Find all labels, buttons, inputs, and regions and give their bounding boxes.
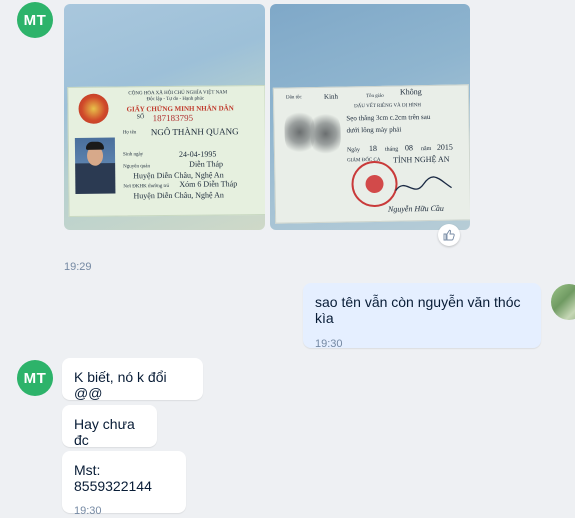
card-residence-2: Huyện Diễn Châu, Nghệ An	[133, 190, 224, 201]
card-header-1: CỘNG HÒA XÃ HỘI CHỦ NGHĨA VIỆT NAM	[128, 90, 228, 97]
signature-icon	[395, 176, 452, 192]
portrait-photo	[74, 137, 116, 194]
card-religion-label: Tôn giáo	[365, 93, 384, 100]
fingerprint-right-icon	[310, 111, 342, 157]
contact-initials: MT	[23, 11, 47, 29]
national-emblem-icon	[78, 93, 109, 124]
card-origin-1: Diễn Tháp	[189, 159, 224, 169]
card-ethnic: Kinh	[323, 92, 339, 101]
card-origin-label: Nguyên quán	[123, 164, 151, 170]
thumbs-up-icon	[443, 229, 455, 241]
id-card-back-photo[interactable]: Dân tộc Kinh Tôn giáo Không DẤU VẾT RIÊN…	[270, 4, 470, 230]
card-ethnic-label: Dân tộc	[285, 95, 302, 101]
incoming-message-time: 19:30	[74, 505, 102, 517]
contact-initials-2: MT	[23, 369, 47, 387]
card-signer: Nguyễn Hữu Cầu	[387, 203, 444, 214]
card-province: TỈNH NGHỆ AN	[393, 154, 450, 165]
card-dob: 24-04-1995	[178, 149, 217, 159]
card-marks-2: dưới lông mày phải	[346, 125, 402, 135]
photos-timestamp: 19:29	[64, 261, 92, 273]
reaction-button[interactable]	[438, 224, 460, 246]
card-so-label: SỐ	[136, 114, 145, 121]
incoming-message-text: Hay chưa đc	[74, 416, 135, 448]
card-residence-1: Xóm 6 Diễn Tháp	[179, 179, 238, 189]
card-marks-label: DẤU VẾT RIÊNG VÀ DỊ HÌNH	[354, 103, 422, 110]
card-number: 187183795	[152, 112, 194, 124]
card-year: 2015	[436, 142, 453, 152]
official-stamp-icon	[351, 160, 398, 208]
outgoing-message[interactable]: sao tên vẫn còn nguyễn văn thóc kìa 19:3…	[303, 283, 541, 350]
card-date-prefix: Ngày	[346, 147, 360, 154]
incoming-message-text: Mst: 8559322144	[74, 462, 152, 494]
card-dob-label: Sinh ngày	[123, 152, 144, 158]
incoming-message[interactable]: Hay chưa đc	[62, 405, 157, 448]
id-card-front: CỘNG HÒA XÃ HỘI CHỦ NGHĨA VIỆT NAM Độc l…	[67, 84, 265, 218]
card-residence-label: Nơi ĐKHK thường trú	[123, 183, 170, 190]
id-card-back: Dân tộc Kinh Tôn giáo Không DẤU VẾT RIÊN…	[272, 84, 470, 224]
outgoing-message-time: 19:30	[315, 338, 343, 350]
card-month-label: tháng	[384, 146, 399, 153]
id-card-front-photo[interactable]: CỘNG HÒA XÃ HỘI CHỦ NGHĨA VIỆT NAM Độc l…	[64, 4, 265, 230]
outgoing-message-text: sao tên vẫn còn nguyễn văn thóc kìa	[315, 294, 521, 326]
card-name: NGÔ THÀNH QUANG	[150, 126, 239, 138]
card-header-2: Độc lập - Tự do - Hạnh phúc	[146, 96, 205, 103]
card-name-label: Họ tên	[122, 130, 137, 136]
contact-avatar[interactable]: MT	[17, 2, 53, 38]
card-religion: Không	[399, 87, 422, 97]
incoming-message-text: K biết, nó k đổi @@	[74, 369, 167, 401]
user-avatar[interactable]	[551, 284, 575, 320]
card-year-label: năm	[420, 145, 432, 153]
incoming-message[interactable]: Mst: 8559322144 19:30	[62, 451, 186, 517]
card-month: 08	[404, 143, 413, 153]
incoming-message[interactable]: K biết, nó k đổi @@	[62, 358, 203, 401]
contact-avatar-2[interactable]: MT	[17, 360, 53, 396]
card-marks-1: Sẹo thẳng 3cm c.2cm trên sau	[346, 112, 431, 123]
card-day: 18	[368, 143, 377, 154]
